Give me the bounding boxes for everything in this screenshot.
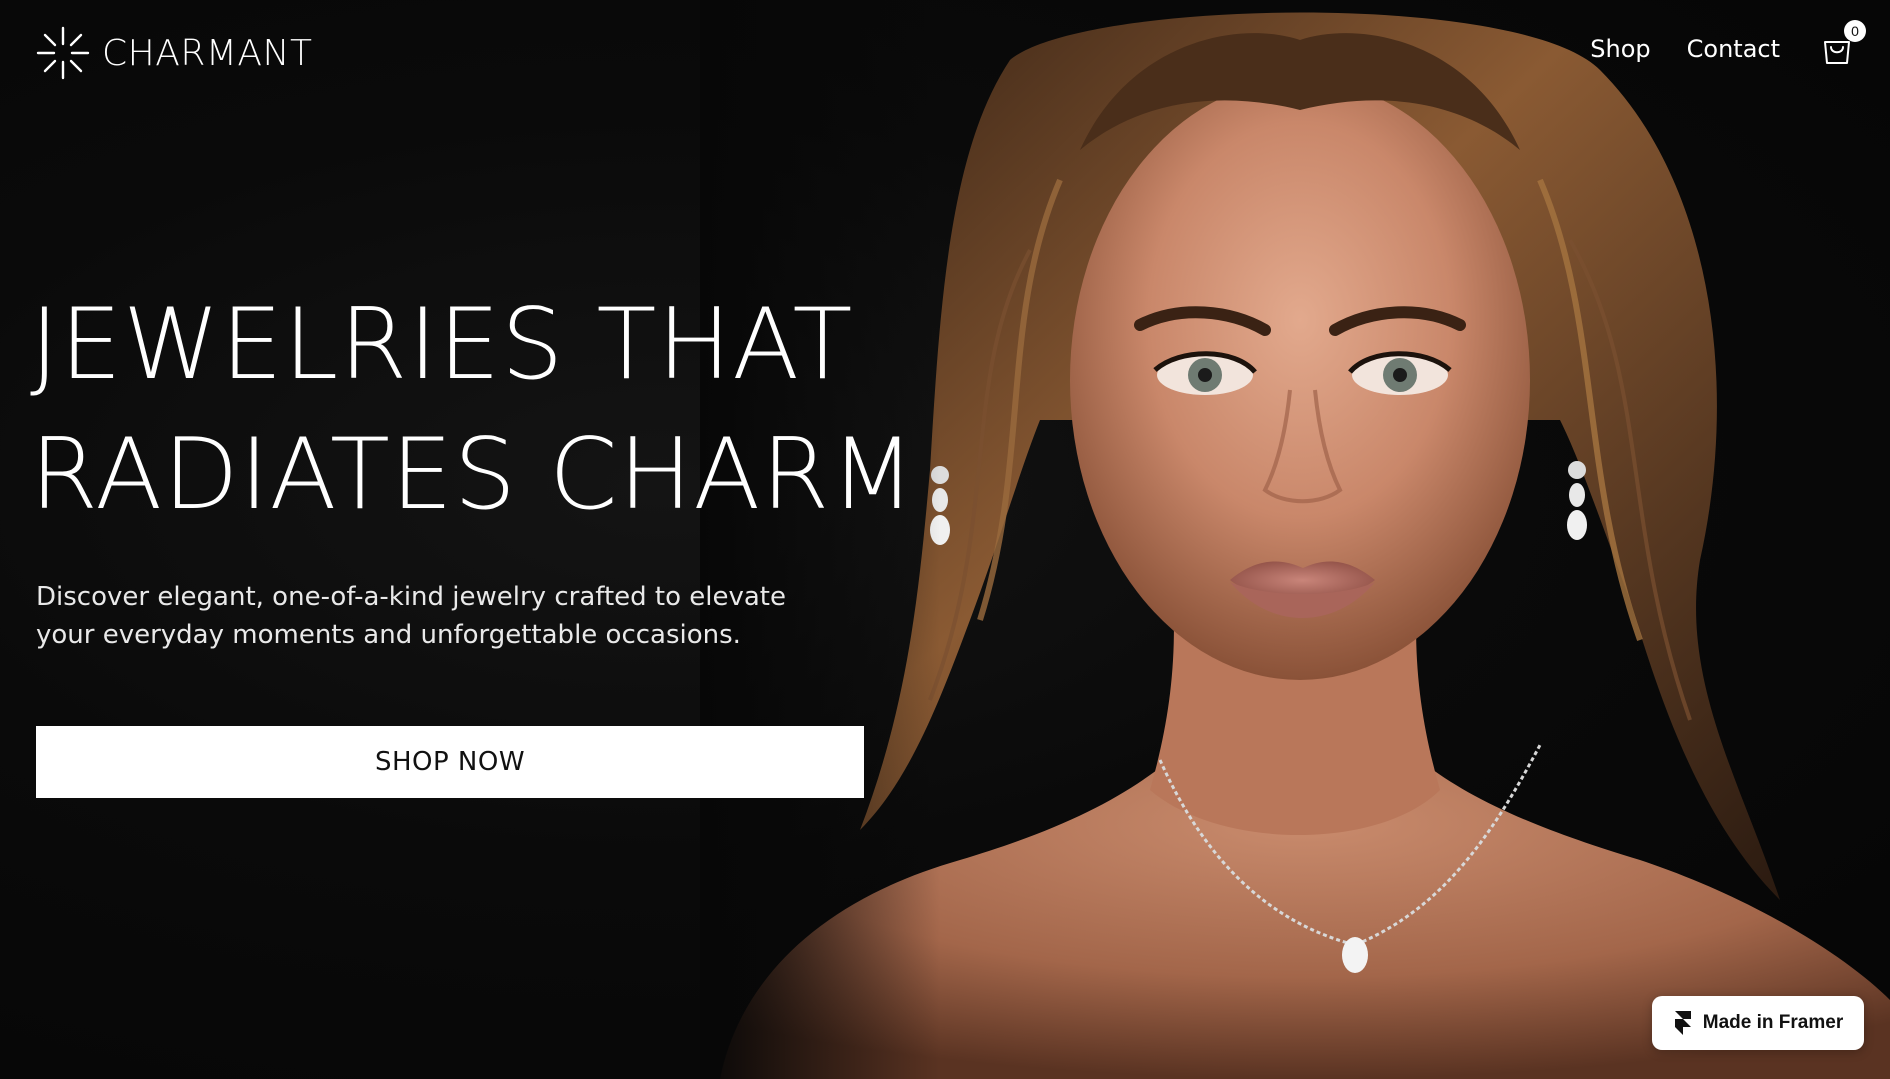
cart-button[interactable]: 0 xyxy=(1820,20,1866,66)
nav-link-shop[interactable]: Shop xyxy=(1590,35,1650,63)
main-nav: Shop Contact 0 xyxy=(1590,20,1866,66)
nav-link-contact[interactable]: Contact xyxy=(1687,35,1780,63)
cart-count-badge: 0 xyxy=(1844,20,1866,42)
hero-subtitle: Discover elegant, one-of-a-kind jewelry … xyxy=(36,582,787,650)
hero-heading-line-1: JEWELRIES THAT xyxy=(30,288,854,402)
framer-icon xyxy=(1674,1011,1691,1035)
site-header: CHARMANT Shop Contact 0 xyxy=(0,0,1890,110)
framer-badge-label: Made in Framer xyxy=(1702,1012,1844,1033)
brand-logo[interactable]: CHARMANT xyxy=(36,26,312,80)
hero-heading: JEWELRIES THAT RADIATES CHARM xyxy=(30,280,930,540)
brand-name: CHARMANT xyxy=(102,32,313,74)
sparkle-icon xyxy=(36,26,90,80)
hero-heading-line-2: RADIATES CHARM xyxy=(30,418,916,532)
landing-page: CHARMANT Shop Contact 0 JEWELRIES THAT R… xyxy=(0,0,1890,1079)
shop-now-button[interactable]: SHOP NOW xyxy=(36,726,864,798)
made-in-framer-badge[interactable]: Made in Framer xyxy=(1652,996,1864,1050)
